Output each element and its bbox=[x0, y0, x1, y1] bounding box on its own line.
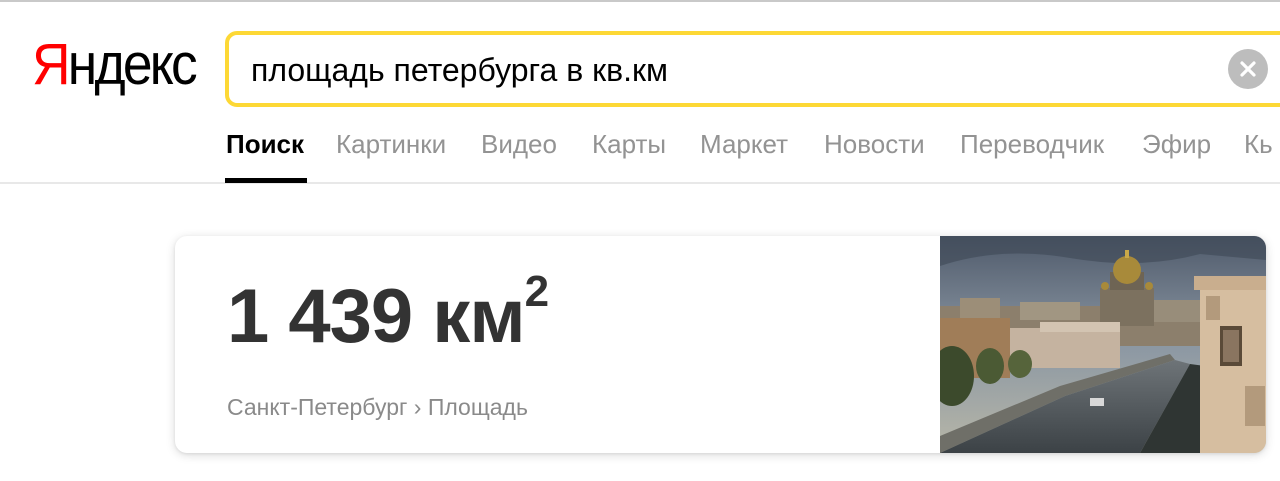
tab-images[interactable]: Картинки bbox=[336, 128, 446, 160]
tab-translator[interactable]: Переводчик bbox=[960, 128, 1104, 160]
tab-maps[interactable]: Карты bbox=[592, 128, 666, 160]
search-input[interactable]: площадь петербурга в кв.км bbox=[251, 49, 668, 91]
tab-kinopoisk[interactable]: Кь bbox=[1244, 128, 1273, 160]
breadcrumb: Санкт-Петербург › Площадь bbox=[227, 392, 528, 422]
search-box[interactable]: площадь петербурга в кв.км bbox=[225, 31, 1280, 107]
city-photo[interactable] bbox=[940, 236, 1266, 453]
tab-market[interactable]: Маркет bbox=[700, 128, 788, 160]
active-tab-indicator bbox=[225, 178, 307, 183]
search-tabs: Поиск Картинки Видео Карты Маркет Новост… bbox=[0, 120, 1280, 184]
close-icon bbox=[1240, 61, 1256, 77]
yandex-logo[interactable]: Яндекс bbox=[32, 30, 198, 100]
header: Яндекс площадь петербурга в кв.км Поиск … bbox=[0, 0, 1280, 184]
breadcrumb-city[interactable]: Санкт-Петербург bbox=[227, 394, 407, 420]
answer-card[interactable]: 1 439 км2 Санкт-Петербург › Площадь bbox=[175, 236, 1266, 453]
clear-button[interactable] bbox=[1228, 49, 1268, 89]
tab-news[interactable]: Новости bbox=[824, 128, 925, 160]
breadcrumb-topic[interactable]: Площадь bbox=[428, 394, 528, 420]
answer-value: 1 439 км2 bbox=[227, 266, 549, 359]
tab-search[interactable]: Поиск bbox=[226, 128, 304, 160]
tab-efir[interactable]: Эфир bbox=[1142, 128, 1211, 160]
tab-video[interactable]: Видео bbox=[481, 128, 557, 160]
st-petersburg-photo bbox=[940, 236, 1266, 453]
breadcrumb-separator: › bbox=[413, 394, 422, 420]
